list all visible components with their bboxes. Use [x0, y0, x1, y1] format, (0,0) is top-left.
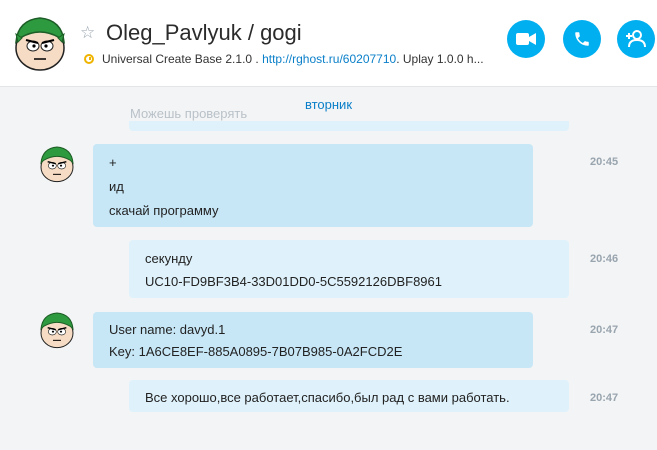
message-line: UC10-FD9BF3B4-33D01DD0-5C5592126DBF8961	[145, 274, 442, 289]
add-person-icon	[626, 30, 646, 48]
video-camera-icon	[516, 33, 536, 45]
add-people-button[interactable]	[617, 20, 655, 58]
message-timestamp: 20:45	[590, 156, 619, 168]
message-line: Все хорошо,все работает,спасибо,был рад …	[145, 390, 510, 405]
message-line: ид	[109, 179, 124, 194]
status-trailing-text: . Uplay 1.0.0 h...	[396, 52, 484, 66]
message-line: Key: 1A6CE8EF-885A0895-7B07B985-0A2FCD2E	[109, 344, 403, 359]
message-line: +	[109, 155, 117, 170]
message-bubble[interactable]: + ид скачай программу	[93, 144, 533, 227]
clock-icon	[84, 54, 94, 64]
voice-call-button[interactable]	[563, 20, 601, 58]
status-text: Universal Create Base 2.1.0	[102, 52, 253, 66]
sender-avatar[interactable]	[38, 309, 76, 349]
status-separator: .	[252, 52, 263, 66]
message-timestamp: 20:47	[590, 392, 619, 404]
mood-message: Universal Create Base 2.1.0 . http://rgh…	[84, 52, 494, 66]
day-separator: вторник	[304, 97, 353, 112]
status-link[interactable]: http://rghost.ru/60207710	[262, 52, 396, 66]
phone-icon	[575, 32, 589, 46]
message-timestamp: 20:47	[590, 324, 619, 336]
contact-avatar[interactable]	[12, 12, 68, 72]
video-call-button[interactable]	[507, 20, 545, 58]
previous-message-text: Можешь проверять	[130, 106, 248, 121]
sender-avatar[interactable]	[38, 143, 76, 183]
message-bubble[interactable]: секунду UC10-FD9BF3B4-33D01DD0-5C5592126…	[129, 240, 569, 298]
chat-header: ☆ Oleg_Pavlyuk / gogi Universal Create B…	[0, 0, 657, 87]
message-line: секунду	[145, 251, 193, 266]
message-bubble[interactable]: Все хорошо,все работает,спасибо,был рад …	[129, 380, 569, 412]
previous-message-bubble	[129, 121, 569, 131]
contact-name[interactable]: Oleg_Pavlyuk / gogi	[106, 20, 302, 46]
favorite-star-icon[interactable]: ☆	[80, 24, 95, 41]
message-timestamp: 20:46	[590, 253, 619, 265]
message-line: скачай программу	[109, 203, 219, 218]
message-bubble[interactable]: User name: davyd.1 Key: 1A6CE8EF-885A089…	[93, 312, 533, 368]
message-line: User name: davyd.1	[109, 322, 226, 337]
